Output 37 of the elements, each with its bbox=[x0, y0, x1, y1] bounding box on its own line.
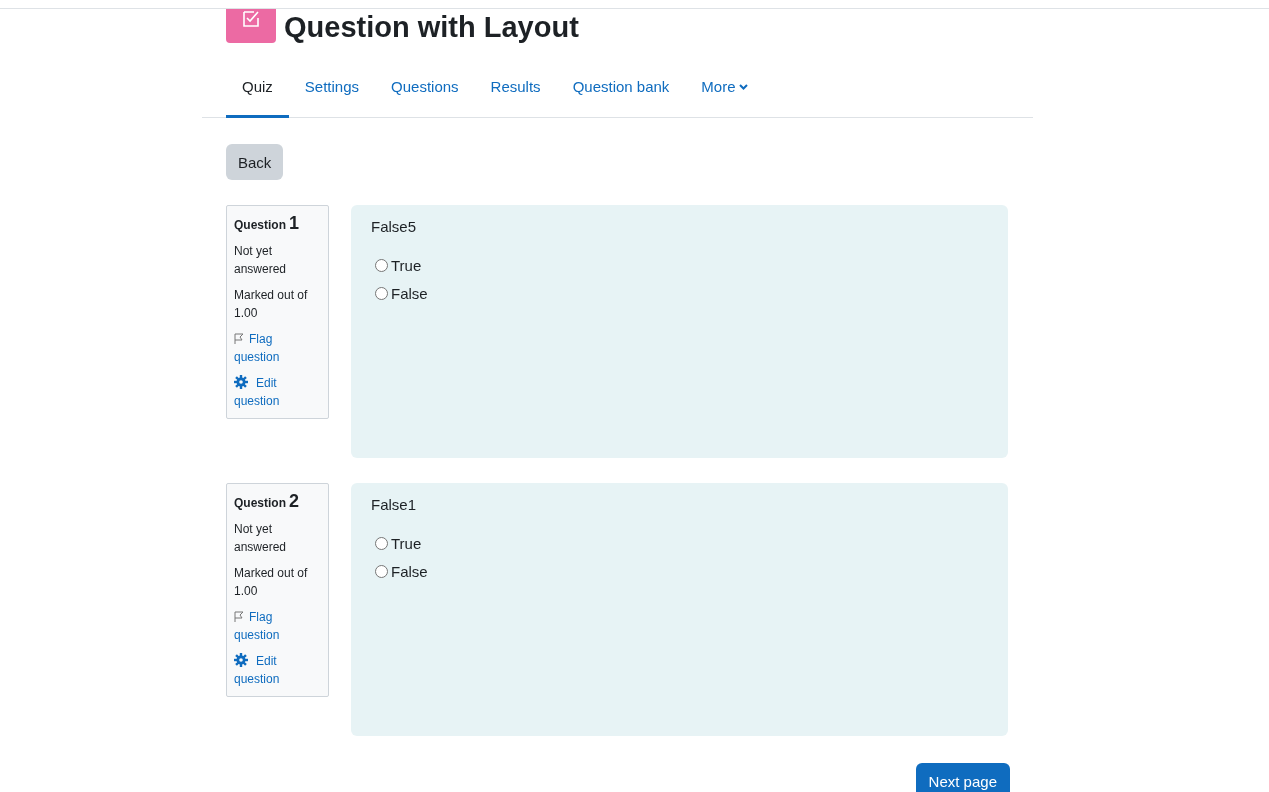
next-page-button[interactable]: Next page bbox=[915, 763, 1010, 792]
radio-button[interactable] bbox=[375, 287, 388, 300]
flag-icon bbox=[234, 333, 244, 344]
radio-button[interactable] bbox=[375, 537, 388, 550]
radio-button[interactable] bbox=[375, 259, 388, 272]
option-label: False bbox=[391, 285, 428, 302]
question-number: 1 bbox=[289, 214, 300, 232]
question-marks: Marked out of 1.00 bbox=[234, 565, 309, 600]
nav-tab[interactable]: Settings bbox=[288, 58, 376, 118]
chevron-down-icon bbox=[738, 83, 748, 90]
question-marks: Marked out of 1.00 bbox=[234, 287, 309, 322]
checkbox-icon bbox=[241, 9, 261, 29]
nav-tab[interactable]: Question bank bbox=[556, 58, 686, 118]
question-text: False5 bbox=[371, 218, 418, 235]
option-label: True bbox=[391, 257, 422, 274]
edit-question-link[interactable]: Edit question bbox=[234, 374, 321, 410]
nav-tab[interactable]: Quiz bbox=[226, 58, 289, 118]
nav-tab[interactable]: Questions bbox=[375, 58, 475, 118]
flag-question-link[interactable]: Flag question bbox=[234, 330, 321, 366]
question-state: Not yet answered bbox=[234, 521, 288, 556]
option-label: True bbox=[391, 535, 422, 552]
gear-icon bbox=[234, 375, 248, 389]
question-label: Question bbox=[234, 217, 286, 234]
flag-icon bbox=[234, 611, 244, 622]
flag-question-link[interactable]: Flag question bbox=[234, 608, 321, 644]
back-button[interactable]: Back bbox=[226, 144, 284, 180]
page-title: Question with Layout bbox=[284, 10, 579, 44]
gear-icon bbox=[234, 653, 248, 667]
radio-button[interactable] bbox=[375, 565, 388, 578]
question-label: Question bbox=[234, 495, 286, 512]
edit-question-link[interactable]: Edit question bbox=[234, 652, 321, 688]
nav-tab[interactable]: More bbox=[685, 58, 764, 118]
nav-tab[interactable]: Results bbox=[474, 58, 557, 118]
question-number: 2 bbox=[289, 492, 300, 510]
option-label: False bbox=[391, 563, 428, 580]
question-state: Not yet answered bbox=[234, 243, 288, 278]
question-text: False1 bbox=[371, 496, 418, 513]
